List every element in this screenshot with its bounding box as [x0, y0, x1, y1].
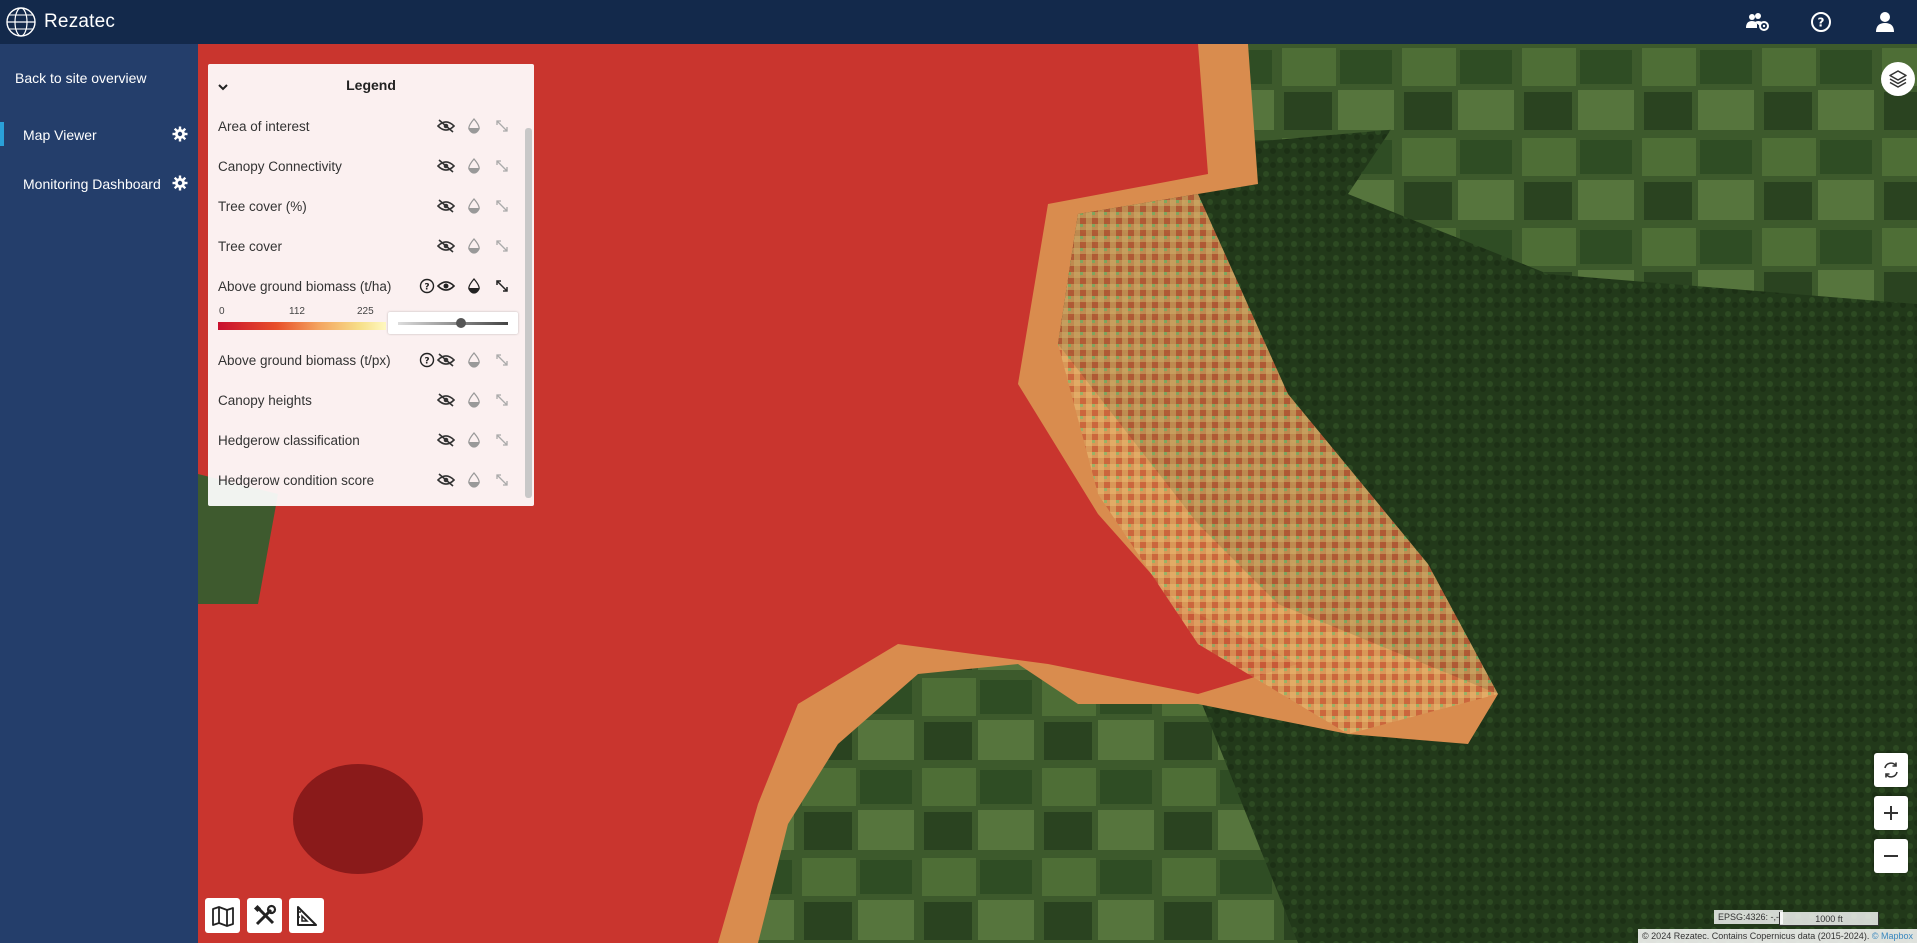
scale-bar: 1000 ft: [1779, 912, 1879, 926]
legend-panel: Legend Area of interest Canopy Connectiv…: [208, 64, 534, 506]
expand-icon[interactable]: [492, 236, 512, 256]
eye-slash-icon[interactable]: [436, 116, 456, 136]
gear-icon[interactable]: [172, 175, 188, 191]
info-question-icon[interactable]: ?: [418, 277, 436, 295]
eye-slash-icon[interactable]: [436, 156, 456, 176]
zoom-out-button[interactable]: [1874, 839, 1908, 873]
back-to-site-overview-link[interactable]: Back to site overview: [0, 44, 198, 110]
info-question-icon[interactable]: ?: [418, 351, 436, 369]
legend-scrollbar[interactable]: [525, 128, 532, 498]
layer-label: Above ground biomass (t/ha): [218, 278, 392, 294]
eye-slash-icon[interactable]: [436, 196, 456, 216]
attribution-text: © 2024 Rezatec. Contains Copernicus data…: [1642, 931, 1870, 941]
opacity-drop-icon[interactable]: [464, 350, 484, 370]
layer-label: Tree cover (%): [218, 198, 307, 214]
layer-row-hedgerow-classification: Hedgerow classification: [208, 420, 534, 460]
opacity-drop-icon[interactable]: [464, 276, 484, 296]
eye-slash-icon[interactable]: [436, 470, 456, 490]
scale-min-label: 0: [219, 306, 225, 317]
expand-icon[interactable]: [492, 390, 512, 410]
expand-icon[interactable]: [492, 116, 512, 136]
top-bar: Rezatec ?: [0, 0, 1917, 44]
basemap-button[interactable]: [205, 898, 240, 933]
svg-text:?: ?: [1818, 16, 1825, 30]
opacity-slider[interactable]: [388, 312, 518, 334]
eye-icon[interactable]: [436, 276, 456, 296]
legend-header: Legend: [208, 64, 534, 106]
refresh-icon: [1884, 762, 1898, 778]
slider-thumb[interactable]: [456, 318, 466, 328]
layer-row-canopy-heights: Canopy heights: [208, 380, 534, 420]
measure-button[interactable]: [289, 898, 324, 933]
layer-label: Tree cover: [218, 238, 283, 254]
sidebar: Back to site overview Map Viewer Monitor…: [0, 44, 198, 943]
expand-icon[interactable]: [492, 430, 512, 450]
expand-icon[interactable]: [492, 276, 512, 296]
ruler-triangle-icon: [296, 905, 317, 926]
map-attribution: © 2024 Rezatec. Contains Copernicus data…: [1638, 929, 1917, 943]
layers-toggle-button[interactable]: [1881, 62, 1915, 96]
wrench-screwdriver-icon: [253, 904, 276, 925]
svg-text:?: ?: [424, 357, 429, 367]
layer-row-above-ground-biomass-t-px: Above ground biomass (t/px) ?: [208, 340, 534, 380]
scale-max-label: 225: [357, 306, 374, 317]
opacity-drop-icon[interactable]: [464, 470, 484, 490]
layer-row-tree-cover: Tree cover: [208, 226, 534, 266]
layer-label: Hedgerow classification: [218, 432, 360, 448]
minus-icon: [1884, 855, 1898, 857]
help-icon[interactable]: ?: [1803, 4, 1839, 40]
opacity-drop-icon[interactable]: [464, 430, 484, 450]
globe-logo-icon: [6, 7, 36, 37]
reset-view-button[interactable]: [1874, 753, 1908, 787]
layer-label: Hedgerow condition score: [218, 472, 375, 488]
layer-label: Area of interest: [218, 118, 310, 134]
layer-label: Canopy heights: [218, 392, 312, 408]
eye-slash-icon[interactable]: [436, 350, 456, 370]
chevron-down-icon[interactable]: [216, 80, 230, 94]
opacity-drop-icon[interactable]: [464, 390, 484, 410]
coordinate-readout: EPSG:4326: -,-: [1713, 910, 1783, 924]
svg-text:?: ?: [424, 283, 429, 293]
biomass-color-scale: 0 112 225: [208, 306, 534, 340]
sidebar-item-label: Map Viewer: [23, 126, 97, 143]
map-icon: [211, 905, 234, 927]
sidebar-item-map-viewer[interactable]: Map Viewer: [0, 110, 198, 159]
tools-button[interactable]: [247, 898, 282, 933]
zoom-in-button[interactable]: [1874, 796, 1908, 830]
map-canvas[interactable]: Legend Area of interest Canopy Connectiv…: [198, 44, 1917, 943]
eye-slash-icon[interactable]: [436, 236, 456, 256]
plus-icon: [1884, 806, 1898, 820]
opacity-drop-icon[interactable]: [464, 116, 484, 136]
scale-gradient-bar: [218, 322, 386, 330]
gear-icon[interactable]: [172, 126, 188, 142]
sidebar-item-label: Monitoring Dashboard: [23, 175, 161, 192]
layer-row-canopy-connectivity: Canopy Connectivity: [208, 146, 534, 186]
legend-title: Legend: [346, 77, 396, 93]
opacity-drop-icon[interactable]: [464, 156, 484, 176]
brand-name: Rezatec: [44, 11, 116, 32]
layer-row-above-ground-biomass-t-ha: Above ground biomass (t/ha) ?: [208, 266, 534, 306]
group-settings-icon[interactable]: [1739, 4, 1775, 40]
expand-icon[interactable]: [492, 156, 512, 176]
expand-icon[interactable]: [492, 196, 512, 216]
user-icon[interactable]: [1867, 4, 1903, 40]
sidebar-item-monitoring-dashboard[interactable]: Monitoring Dashboard: [0, 159, 198, 208]
layer-row-tree-cover-percent: Tree cover (%): [208, 186, 534, 226]
eye-slash-icon[interactable]: [436, 430, 456, 450]
layer-row-hedgerow-condition-score: Hedgerow condition score: [208, 460, 534, 500]
layers-icon: [1889, 70, 1907, 88]
slider-track: [398, 322, 508, 325]
eye-slash-icon[interactable]: [436, 390, 456, 410]
opacity-drop-icon[interactable]: [464, 196, 484, 216]
mapbox-link[interactable]: © Mapbox: [1872, 931, 1913, 941]
opacity-drop-icon[interactable]: [464, 236, 484, 256]
layer-row-area-of-interest: Area of interest: [208, 106, 534, 146]
layer-label: Above ground biomass (t/px): [218, 352, 391, 368]
expand-icon[interactable]: [492, 470, 512, 490]
expand-icon[interactable]: [492, 350, 512, 370]
brand[interactable]: Rezatec: [4, 5, 115, 39]
layer-label: Canopy Connectivity: [218, 158, 342, 174]
scale-mid-label: 112: [289, 306, 305, 317]
